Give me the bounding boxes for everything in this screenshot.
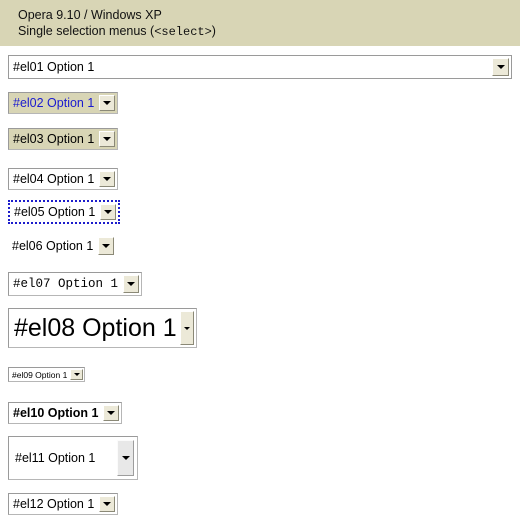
select-el07-value: #el07 Option 1	[13, 276, 119, 291]
chevron-down-icon[interactable]	[99, 95, 116, 111]
page-header: Opera 9.10 / Windows XP Single selection…	[0, 0, 520, 46]
select-el05-value: #el05 Option 1	[14, 204, 96, 219]
select-el05[interactable]: #el05 Option 1	[8, 200, 121, 224]
chevron-down-icon[interactable]	[117, 440, 134, 476]
select-row-el09: #el09 Option 1	[0, 348, 520, 384]
select-el01-value: #el01 Option 1	[13, 59, 95, 74]
select-row-el08: #el08 Option 1	[0, 296, 520, 348]
select-el07[interactable]: #el07 Option 1	[8, 272, 143, 296]
select-el08-value: #el08 Option 1	[14, 313, 177, 342]
chevron-down-icon[interactable]	[123, 275, 140, 293]
select-row-el05: #el05 Option 1	[0, 190, 520, 224]
select-row-el07: #el07 Option 1	[0, 257, 520, 296]
chevron-down-icon[interactable]	[103, 405, 120, 421]
select-el02[interactable]: #el02 Option 1	[8, 92, 119, 114]
select-el11[interactable]: #el11 Option 1	[8, 436, 138, 480]
select-row-el02: #el02 Option 1	[0, 79, 520, 114]
header-title-text: Opera 9.10 / Windows XP	[18, 8, 162, 22]
header-title-line: Opera 9.10 / Windows XP	[18, 8, 520, 24]
select-row-el06: #el06 Option 1	[0, 224, 520, 257]
select-el06-value: #el06 Option 1	[12, 238, 94, 253]
chevron-down-icon[interactable]	[179, 311, 194, 345]
select-el01[interactable]: #el01 Option 1	[8, 55, 512, 79]
select-el03[interactable]: #el03 Option 1	[8, 128, 119, 150]
chevron-down-icon[interactable]	[100, 204, 117, 220]
select-el12[interactable]: #el12 Option 1	[8, 493, 119, 515]
chevron-down-icon[interactable]	[70, 369, 84, 381]
select-el04[interactable]: #el04 Option 1	[8, 168, 119, 190]
select-el08[interactable]: #el08 Option 1	[8, 308, 197, 348]
select-el04-value: #el04 Option 1	[13, 171, 95, 186]
select-row-el10: #el10 Option 1	[0, 384, 520, 424]
select-el10-value: #el10 Option 1	[13, 405, 99, 420]
header-subtitle-tag: <select>	[154, 24, 212, 39]
select-el11-value: #el11 Option 1	[15, 450, 96, 465]
chevron-down-icon[interactable]	[98, 237, 115, 255]
select-row-el03: #el03 Option 1	[0, 114, 520, 150]
select-el02-value: #el02 Option 1	[13, 95, 95, 110]
chevron-down-icon[interactable]	[99, 131, 116, 147]
select-el09[interactable]: #el09 Option 1	[8, 367, 86, 383]
header-subtitle-line: Single selection menus (<select>)	[18, 24, 520, 41]
select-el03-value: #el03 Option 1	[13, 131, 95, 146]
select-row-el12: #el12 Option 1	[0, 480, 520, 515]
select-row-el01: #el01 Option 1	[0, 46, 520, 79]
select-el06[interactable]: #el06 Option 1	[8, 235, 115, 257]
select-row-el11: #el11 Option 1	[0, 424, 520, 480]
chevron-down-icon[interactable]	[492, 58, 509, 76]
chevron-down-icon[interactable]	[99, 496, 116, 512]
chevron-down-icon[interactable]	[99, 171, 116, 187]
select-el09-value: #el09 Option 1	[12, 369, 68, 380]
header-subtitle-prefix: Single selection menus (	[18, 23, 155, 38]
header-subtitle-suffix: )	[211, 23, 216, 38]
select-row-el04: #el04 Option 1	[0, 150, 520, 190]
select-el10[interactable]: #el10 Option 1	[8, 402, 123, 424]
select-list: #el01 Option 1 #el02 Option 1 #el03 Opti…	[0, 46, 520, 515]
select-el12-value: #el12 Option 1	[13, 496, 95, 511]
